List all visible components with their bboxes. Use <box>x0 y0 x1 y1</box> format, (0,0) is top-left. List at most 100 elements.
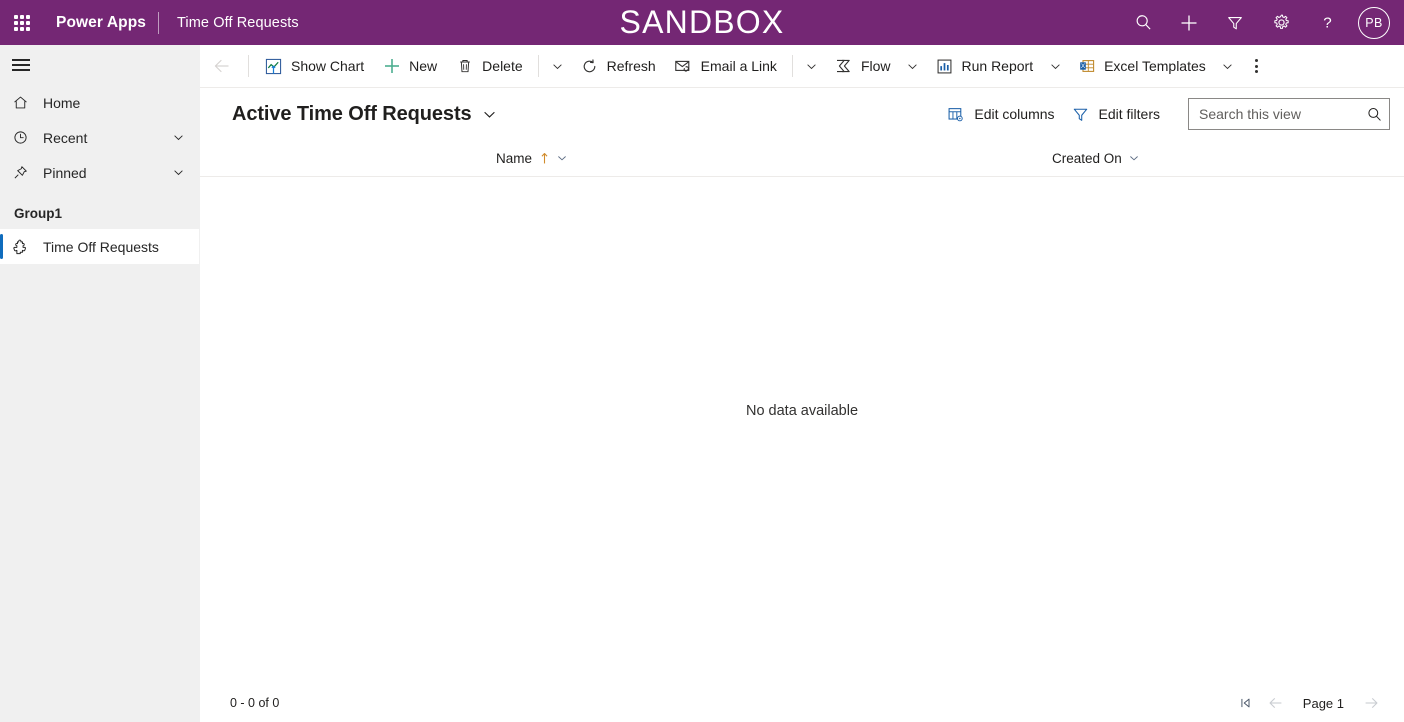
search-icon[interactable] <box>1362 106 1383 123</box>
edit-filters-label: Edit filters <box>1098 106 1160 122</box>
sidebar: Home Recent Pinned Group1 Time Off Reque… <box>0 45 200 722</box>
flow-label: Flow <box>860 58 891 74</box>
search-icon[interactable] <box>1120 0 1166 45</box>
gear-icon[interactable] <box>1258 0 1304 45</box>
page-number-label: Page 1 <box>1302 695 1344 711</box>
trash-icon <box>455 58 474 74</box>
app-body: Home Recent Pinned Group1 Time Off Reque… <box>0 45 1404 722</box>
plus-icon <box>382 57 401 75</box>
app-launcher-icon[interactable] <box>0 0 44 45</box>
search-input[interactable] <box>1199 106 1362 122</box>
puzzle-icon <box>12 238 34 256</box>
more-commands-button[interactable] <box>1243 45 1271 87</box>
plus-icon[interactable] <box>1166 0 1212 45</box>
chevron-down-icon[interactable] <box>1122 152 1140 164</box>
chevron-down-icon[interactable] <box>172 131 199 144</box>
help-icon[interactable]: ? <box>1304 0 1350 45</box>
command-bar: Show Chart New Delete Refresh Email a Li… <box>200 45 1404 88</box>
view-header-actions: Edit columns Edit filters <box>938 97 1390 131</box>
edit-filters-icon <box>1071 106 1090 123</box>
edit-filters-button[interactable]: Edit filters <box>1063 97 1168 131</box>
svg-text:X: X <box>1080 63 1085 70</box>
sidebar-item-time-off-requests-label: Time Off Requests <box>43 238 159 255</box>
flow-button[interactable]: Flow <box>825 45 900 87</box>
column-header-name-label: Name <box>496 150 533 166</box>
pagination: Page 1 <box>1231 688 1386 718</box>
email-a-link-label: Email a Link <box>700 58 777 74</box>
run-report-button[interactable]: Run Report <box>926 45 1043 87</box>
flow-icon <box>834 57 853 75</box>
delete-chevron-down-icon[interactable] <box>545 45 571 87</box>
record-range-label: 0 - 0 of 0 <box>230 696 280 710</box>
chevron-down-icon[interactable] <box>172 166 199 179</box>
sidebar-item-home-label: Home <box>43 94 81 111</box>
delete-button[interactable]: Delete <box>446 45 531 87</box>
excel-icon: X <box>1077 57 1096 75</box>
next-page-button[interactable] <box>1356 688 1386 718</box>
command-divider <box>537 55 539 77</box>
sidebar-group-label: Group1 <box>14 206 63 221</box>
app-name-label[interactable]: Time Off Requests <box>159 15 299 31</box>
command-divider <box>248 55 249 77</box>
excel-templates-chevron-down-icon[interactable] <box>1215 45 1241 87</box>
top-bar-actions: ? PB <box>1120 0 1404 45</box>
email-link-icon <box>674 57 693 75</box>
column-header-created-on-label: Created On <box>1052 150 1122 166</box>
sidebar-item-pinned-label: Pinned <box>43 164 87 181</box>
sidebar-item-home[interactable]: Home <box>0 85 199 120</box>
report-icon <box>935 58 954 75</box>
refresh-label: Refresh <box>606 58 656 74</box>
excel-templates-button[interactable]: X Excel Templates <box>1068 45 1215 87</box>
show-chart-label: Show Chart <box>291 58 365 74</box>
back-button[interactable] <box>202 45 242 87</box>
email-a-link-button[interactable]: Email a Link <box>665 45 786 87</box>
svg-text:?: ? <box>1323 15 1331 32</box>
grid-body: No data available <box>200 177 1404 684</box>
edit-columns-button[interactable]: Edit columns <box>938 97 1062 131</box>
new-button[interactable]: New <box>373 45 446 87</box>
hamburger-icon[interactable] <box>0 45 199 85</box>
environment-title-text: SANDBOX <box>619 4 785 40</box>
chevron-down-icon[interactable] <box>550 152 568 164</box>
first-page-button[interactable] <box>1231 688 1261 718</box>
avatar[interactable]: PB <box>1358 6 1390 39</box>
power-apps-window: Power Apps Time Off Requests SANDBOX ? P… <box>0 0 1404 722</box>
app-launcher-grid <box>14 14 30 31</box>
view-selector-chevron-down-icon[interactable] <box>472 107 497 122</box>
view-header: Active Time Off Requests Edit columns Ed… <box>200 88 1404 140</box>
sidebar-item-recent-label: Recent <box>43 129 88 146</box>
column-header-created-on[interactable]: Created On <box>1046 140 1146 176</box>
main-content: Show Chart New Delete Refresh Email a Li… <box>200 45 1404 722</box>
flow-chevron-down-icon[interactable] <box>900 45 926 87</box>
sidebar-item-time-off-requests[interactable]: Time Off Requests <box>0 229 199 264</box>
show-chart-button[interactable]: Show Chart <box>255 45 373 87</box>
excel-templates-label: Excel Templates <box>1104 58 1206 74</box>
clock-icon <box>12 129 34 146</box>
refresh-button[interactable]: Refresh <box>571 45 665 87</box>
command-divider <box>791 55 793 77</box>
refresh-icon <box>580 58 599 75</box>
chart-icon <box>264 58 283 75</box>
sort-ascending-icon <box>532 152 550 165</box>
filter-icon[interactable] <box>1212 0 1258 45</box>
top-navigation-bar: Power Apps Time Off Requests SANDBOX ? P… <box>0 0 1404 45</box>
edit-columns-icon <box>946 106 965 123</box>
overflow-dots-icon <box>1255 59 1259 73</box>
delete-label: Delete <box>482 58 523 74</box>
column-header-name[interactable]: Name <box>490 140 574 176</box>
page-title: Active Time Off Requests <box>232 102 472 125</box>
selection-indicator <box>0 234 3 259</box>
run-report-chevron-down-icon[interactable] <box>1042 45 1068 87</box>
email-a-link-chevron-down-icon[interactable] <box>799 45 825 87</box>
previous-page-button[interactable] <box>1261 688 1291 718</box>
edit-columns-label: Edit columns <box>974 106 1055 122</box>
sidebar-item-pinned[interactable]: Pinned <box>0 155 199 190</box>
brand-label[interactable]: Power Apps <box>44 14 158 32</box>
home-icon <box>12 94 34 111</box>
empty-state-message: No data available <box>745 402 859 419</box>
hamburger-bars <box>12 56 30 74</box>
new-label: New <box>409 58 438 74</box>
search-view-box[interactable] <box>1188 98 1390 130</box>
sidebar-item-recent[interactable]: Recent <box>0 120 199 155</box>
grid-footer: 0 - 0 of 0 Page 1 <box>200 684 1404 722</box>
